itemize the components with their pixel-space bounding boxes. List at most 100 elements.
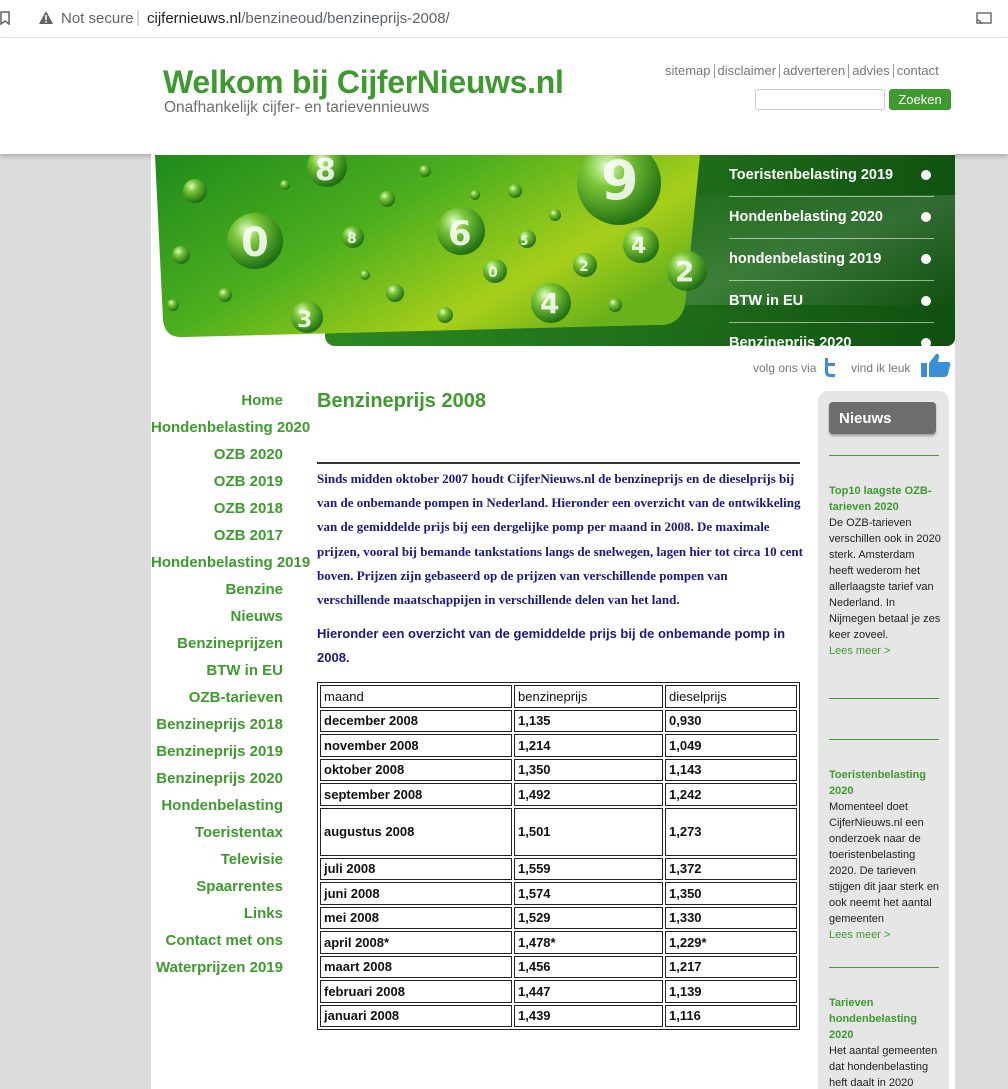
cell-benzine: 1,447 — [514, 980, 663, 1003]
nav-item-benzine[interactable]: Benzine — [151, 581, 311, 608]
twitter-icon[interactable] — [821, 356, 839, 378]
intro-paragraph: Sinds midden oktober 2007 houdt CijferNi… — [317, 471, 803, 608]
url-path: /benzineoud/benzineprijs-2008/ — [241, 10, 450, 27]
cell-benzine: 1,501 — [514, 807, 663, 856]
follow-text: volg ons via — [753, 361, 817, 375]
cast-icon[interactable] — [976, 12, 992, 25]
site-header: Welkom bij CijferNieuws.nl Onafhankelijk… — [0, 38, 1008, 154]
cell-month: juni 2008 — [320, 882, 512, 905]
cell-benzine: 1,439 — [514, 1004, 663, 1027]
bullet-icon — [921, 170, 931, 180]
banner-item-toeristenbelasting-2019[interactable]: Toeristenbelasting 2019 — [729, 155, 934, 197]
bookmark-icon[interactable] — [0, 11, 10, 25]
svg-text:0: 0 — [241, 220, 269, 266]
bullet-icon — [921, 338, 931, 347]
cell-month: maart 2008 — [320, 955, 512, 978]
nav-item-contact-met-ons[interactable]: Contact met ons — [151, 932, 311, 959]
link-contact[interactable]: contact — [892, 64, 942, 78]
left-nav: Home Hondenbelasting 2020 OZB 2020 OZB 2… — [151, 392, 311, 986]
search-button[interactable]: Zoeken — [889, 89, 951, 110]
thumbs-up-icon[interactable] — [919, 352, 953, 378]
cell-benzine: 1,574 — [514, 882, 663, 905]
cell-diesel: 1,217 — [665, 955, 797, 978]
news-title[interactable]: Top10 laagste OZB-tarieven 2020 — [829, 483, 941, 515]
search-input[interactable] — [755, 89, 885, 110]
nav-item-nieuws[interactable]: Nieuws — [151, 608, 311, 635]
cell-diesel: 1,330 — [665, 906, 797, 929]
link-advies[interactable]: advies — [848, 64, 893, 78]
nav-item-home[interactable]: Home — [151, 392, 311, 419]
svg-text:9: 9 — [601, 155, 639, 212]
price-table: maand benzineprijs dieselprijs december … — [317, 682, 800, 1030]
banner-item-label: Hondenbelasting 2020 — [729, 209, 883, 225]
nav-item-waterprijzen-2019[interactable]: Waterprijzen 2019 — [151, 959, 311, 986]
nav-item-ozb-2019[interactable]: OZB 2019 — [151, 473, 311, 500]
nav-item-televisie[interactable]: Televisie — [151, 851, 311, 878]
svg-text:2: 2 — [675, 255, 694, 288]
warning-icon[interactable] — [38, 10, 54, 26]
nav-item-ozb-2018[interactable]: OZB 2018 — [151, 500, 311, 527]
cell-diesel: 1,372 — [665, 857, 797, 880]
nav-item-hondenbelasting[interactable]: Hondenbelasting — [151, 797, 311, 824]
table-row: december 2008 1,135 0,930 — [320, 709, 797, 732]
cell-month: augustus 2008 — [320, 807, 512, 856]
news-title[interactable]: Tarieven hondenbelasting 2020 — [829, 995, 941, 1043]
address-bar[interactable]: Not secure | cijfernieuws.nl/benzineoud/… — [0, 0, 1008, 38]
nav-item-benzineprijzen[interactable]: Benzineprijzen — [151, 635, 311, 662]
table-row: mei 2008 1,529 1,330 — [320, 906, 797, 929]
banner: 0 8 6 9 4 2 4 3 0 8 5 2 Toeristenbelasti… — [155, 155, 955, 347]
news-divider — [829, 455, 939, 456]
banner-item-hondenbelasting-2019[interactable]: hondenbelasting 2019 — [729, 239, 934, 281]
url-text[interactable]: cijfernieuws.nl/benzineoud/benzineprijs-… — [147, 10, 450, 27]
like-text: vind ik leuk — [851, 361, 911, 375]
nav-item-benzineprijs-2018[interactable]: Benzineprijs 2018 — [151, 716, 311, 743]
table-row: augustus 2008 1,501 1,273 — [320, 807, 797, 856]
news-text: Het aantal gemeenten dat hondenbelasting… — [829, 1045, 938, 1089]
cell-diesel: 1,273 — [665, 807, 797, 856]
nav-item-ozb-tarieven[interactable]: OZB-tarieven — [151, 689, 311, 716]
news-body: Het aantal gemeenten dat hondenbelasting… — [829, 1043, 941, 1089]
bullet-icon — [921, 296, 931, 306]
read-more-link[interactable]: Lees meer > — [829, 929, 890, 941]
security-status[interactable]: Not secure — [61, 10, 134, 27]
nav-item-hondenbelasting-2020[interactable]: Hondenbelasting 2020 — [151, 419, 311, 446]
banner-item-btw-in-eu[interactable]: BTW in EU — [729, 281, 934, 323]
nav-item-ozb-2017[interactable]: OZB 2017 — [151, 527, 311, 554]
cell-diesel: 1,229* — [665, 931, 797, 954]
nav-item-benzineprijs-2019[interactable]: Benzineprijs 2019 — [151, 743, 311, 770]
link-adverteren[interactable]: adverteren — [779, 64, 848, 78]
table-intro: Hieronder een overzicht van de gemiddeld… — [317, 626, 786, 665]
nav-item-hondenbelasting-2019[interactable]: Hondenbelasting 2019 — [151, 554, 311, 581]
cell-benzine: 1,135 — [514, 709, 663, 732]
link-disclaimer[interactable]: disclaimer — [713, 64, 780, 78]
page-title: Benzineprijs 2008 — [317, 390, 486, 412]
news-title[interactable]: Toeristenbelasting 2020 — [829, 767, 941, 799]
news-divider — [829, 967, 939, 968]
news-text: De OZB-tarieven verschillen ook in 2020 … — [829, 517, 941, 641]
nav-item-spaarrentes[interactable]: Spaarrentes — [151, 878, 311, 905]
banner-menu: Toeristenbelasting 2019 Hondenbelasting … — [729, 155, 934, 347]
header-benzineprijs: benzineprijs — [514, 685, 663, 708]
read-more-link[interactable]: Lees meer > — [829, 645, 890, 657]
nav-item-benzineprijs-2020[interactable]: Benzineprijs 2020 — [151, 770, 311, 797]
banner-item-label: BTW in EU — [729, 293, 804, 309]
cell-month: mei 2008 — [320, 906, 512, 929]
table-row: juli 2008 1,559 1,372 — [320, 857, 797, 880]
news-text: Momenteel doet CijferNieuws.nl een onder… — [829, 801, 940, 925]
cell-diesel: 1,242 — [665, 783, 797, 806]
svg-text:4: 4 — [540, 287, 559, 320]
banner-droplets-image: 0 8 6 9 4 2 4 3 0 8 5 2 — [155, 155, 707, 338]
news-divider — [829, 739, 939, 740]
table-row: september 2008 1,492 1,242 — [320, 783, 797, 806]
svg-text:3: 3 — [297, 308, 312, 333]
site-logo-title[interactable]: Welkom bij CijferNieuws.nl — [163, 64, 564, 101]
banner-item-benzineprijs-2020[interactable]: Benzineprijs 2020 — [729, 323, 934, 347]
link-sitemap[interactable]: sitemap — [665, 64, 714, 78]
nav-item-links[interactable]: Links — [151, 905, 311, 932]
divider: | — [136, 9, 141, 26]
banner-item-label: hondenbelasting 2019 — [729, 251, 882, 267]
nav-item-toeristentax[interactable]: Toeristentax — [151, 824, 311, 851]
nav-item-btw-in-eu[interactable]: BTW in EU — [151, 662, 311, 689]
nav-item-ozb-2020[interactable]: OZB 2020 — [151, 446, 311, 473]
banner-item-hondenbelasting-2020[interactable]: Hondenbelasting 2020 — [729, 197, 934, 239]
